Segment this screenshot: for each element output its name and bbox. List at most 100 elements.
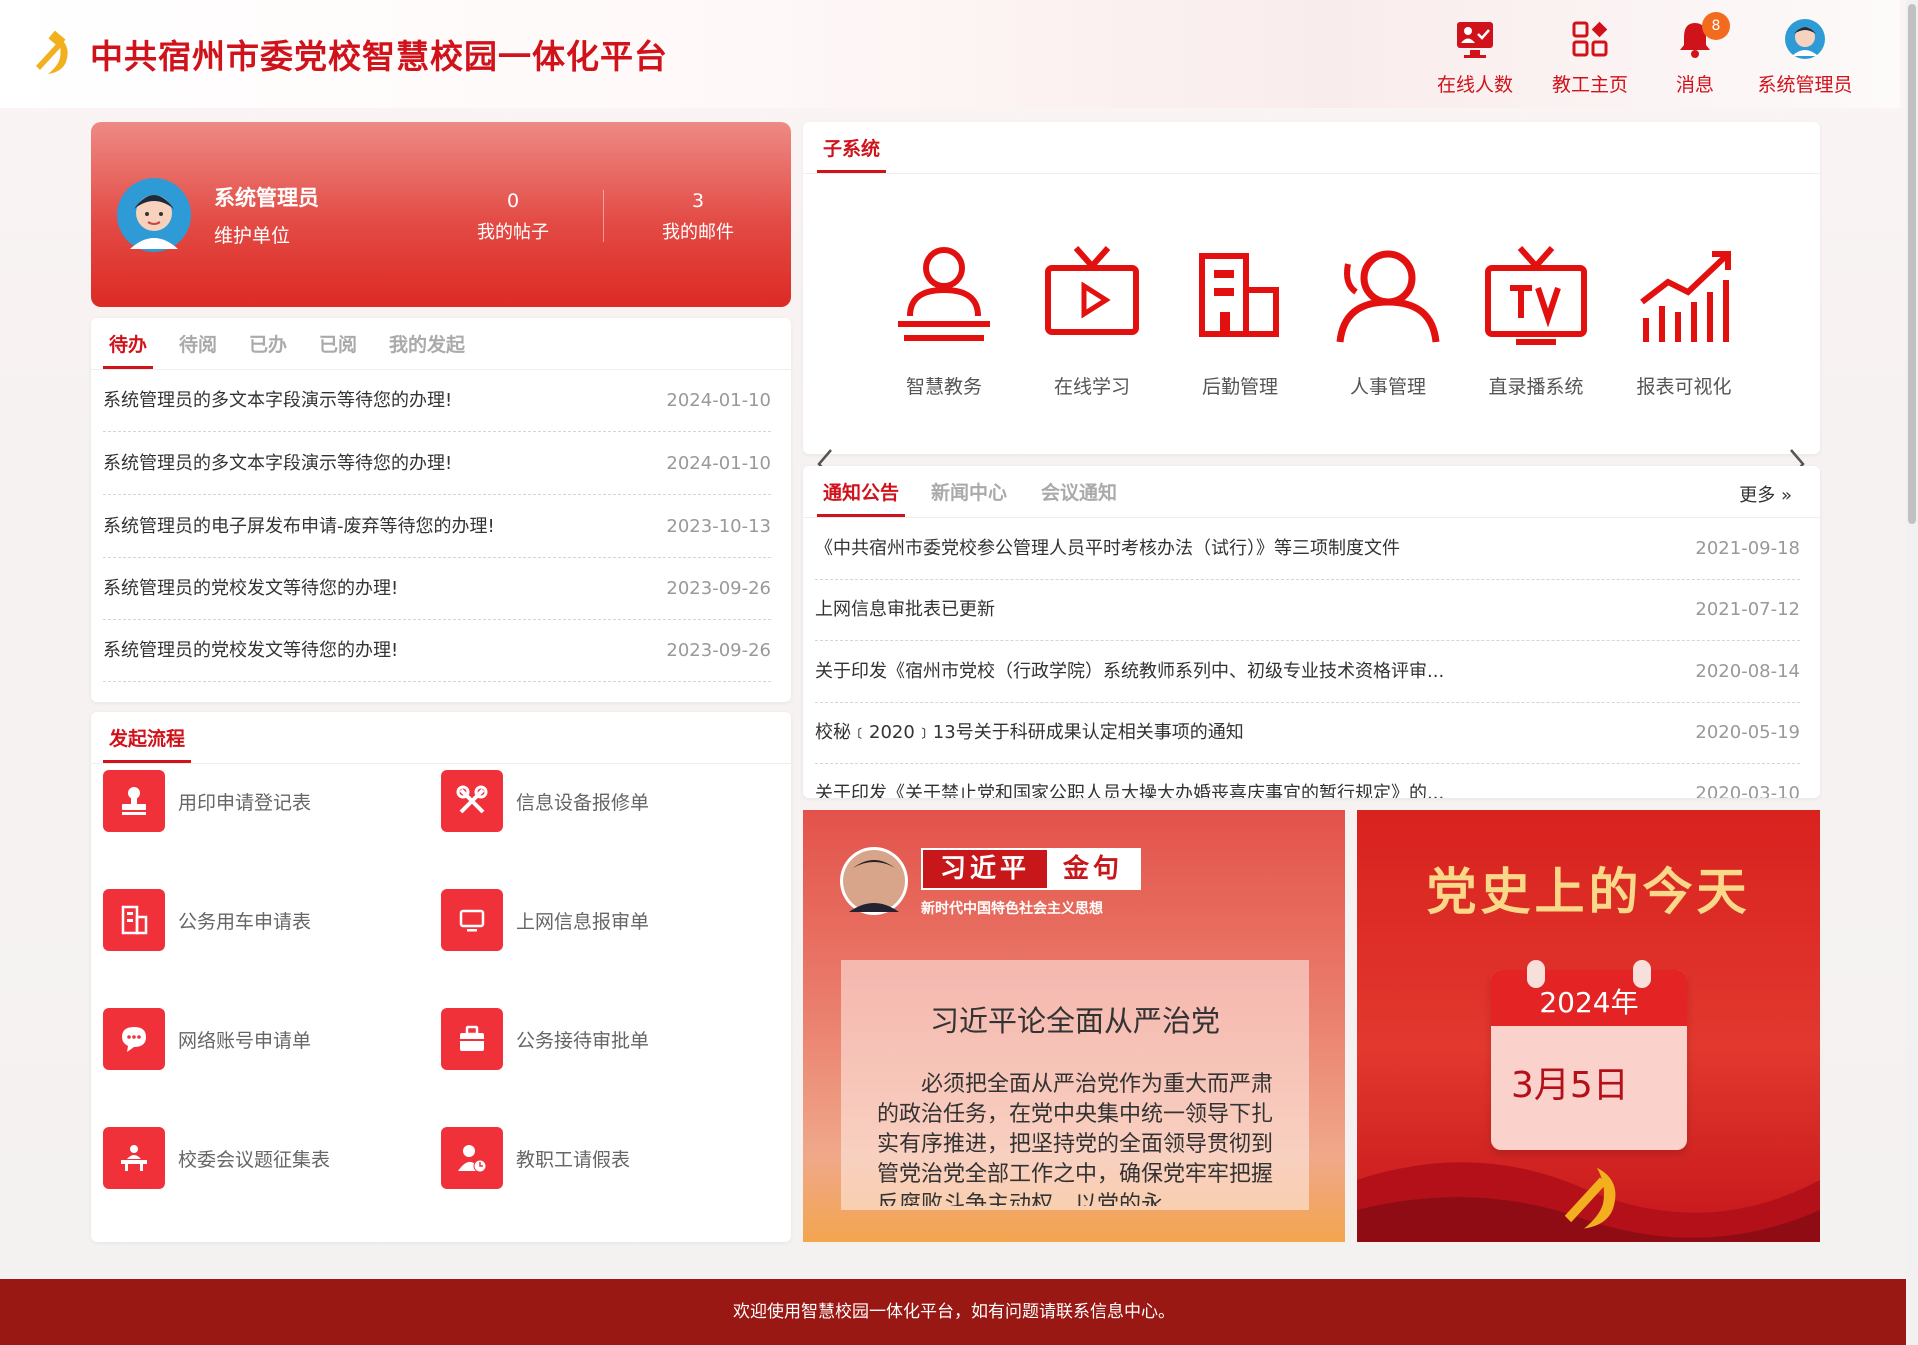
monitor-users-icon — [1457, 22, 1493, 58]
page-scrollbar[interactable] — [1906, 0, 1918, 1345]
message-count-badge: 8 — [1702, 12, 1730, 40]
flow-label: 网络账号申请单 — [178, 1030, 312, 1052]
subsystem-online-learning[interactable]: 在线学习 — [1027, 242, 1157, 399]
profile-unit: 维护单位 — [214, 225, 291, 247]
flow-car-request[interactable]: 公务用车申请表 — [103, 889, 403, 951]
site-title: 中共宿州市委党校智慧校园一体化平台 — [90, 37, 668, 76]
flow-reception-approval[interactable]: 公务接待审批单 — [441, 1008, 741, 1070]
subsystem-hr[interactable]: 人事管理 — [1323, 242, 1453, 399]
tab-meetings[interactable]: 会议通知 — [1041, 478, 1117, 505]
nav-staff-home[interactable]: 教工主页 — [1535, 18, 1645, 97]
subsystem-label: 人事管理 — [1349, 376, 1426, 398]
more-link[interactable]: 更多 » — [1739, 481, 1792, 507]
subsystem-academic[interactable]: 智慧教务 — [879, 242, 1009, 399]
history-today-banner[interactable]: 党史上的今天 2024年 3月5日 — [1357, 810, 1820, 1242]
my-posts-count: 0 — [506, 190, 520, 212]
flow-committee-topics[interactable]: 校委会议题征集表 — [103, 1127, 403, 1189]
my-mail-label: 我的邮件 — [662, 222, 734, 243]
todo-title: 系统管理员的多文本字段演示等待您的办理! — [103, 453, 453, 474]
subsystem-report-visual[interactable]: 报表可视化 — [1619, 242, 1749, 399]
scrollbar-thumb[interactable] — [1908, 4, 1916, 524]
subsystem-label: 报表可视化 — [1636, 376, 1732, 398]
briefcase-icon — [460, 1025, 484, 1051]
tv-icon — [1485, 246, 1587, 345]
footer-text: 欢迎使用智慧校园一体化平台，如有问题请联系信息中心。 — [733, 1302, 1175, 1322]
flow-label: 公务用车申请表 — [178, 911, 312, 933]
stat-divider — [603, 190, 604, 242]
stamp-icon — [122, 787, 146, 815]
subsystem-live-broadcast[interactable]: 直录播系统 — [1471, 242, 1601, 399]
todo-title: 系统管理员的党校发文等待您的办理! — [103, 578, 399, 599]
todo-title: 系统管理员的多文本字段演示等待您的办理! — [103, 390, 453, 411]
nav-online-users-label: 在线人数 — [1436, 74, 1513, 96]
tab-done[interactable]: 已办 — [249, 330, 287, 357]
more-label: 更多 — [1739, 485, 1776, 506]
flow-device-repair[interactable]: 信息设备报修单 — [441, 770, 741, 832]
notice-row[interactable]: 关于印发《宿州市党校（行政学院）系统教师系列中、初级专业技术资格评审... 202… — [815, 641, 1800, 703]
quote-body: 必须把全面从严治党作为重大而严肃的政治任务，在党中央集中统一领导下扎实有序推进，… — [877, 1072, 1274, 1206]
subsystem-title: 子系统 — [816, 134, 887, 173]
todo-row[interactable]: 系统管理员的多文本字段演示等待您的办理! 2024-01-10 — [103, 370, 771, 432]
tab-notices[interactable]: 通知公告 — [816, 478, 906, 517]
todo-date: 2024-01-10 — [666, 453, 771, 474]
subsystem-label: 后勤管理 — [1201, 376, 1278, 398]
flow-label: 上网信息报审单 — [516, 911, 650, 933]
chat-bubble-icon — [122, 1027, 146, 1052]
todo-tabs: 待办 待阅 已办 已阅 我的发起 — [91, 318, 791, 370]
tab-news[interactable]: 新闻中心 — [931, 478, 1007, 505]
quote-badge-label: 金句 — [1047, 850, 1139, 888]
notice-title: 《中共宿州市委党校参公管理人员平时考核办法（试行）》等三项制度文件 — [815, 538, 1400, 559]
start-flow-panel: 发起流程 用印申请登记表 信息设备报修单 公务用车申请表 上网信息报审单 网络账… — [91, 712, 791, 1242]
double-chevron-right-icon: » — [1780, 485, 1792, 506]
flow-seal-application[interactable]: 用印申请登记表 — [103, 770, 403, 832]
portrait-image — [840, 847, 908, 915]
quote-banner[interactable]: 习近平 金句 新时代中国特色社会主义思想 习近平论全面从严治党 必须把全面从严治… — [803, 810, 1345, 1242]
flow-label: 公务接待审批单 — [516, 1030, 650, 1052]
footer: 欢迎使用智慧校园一体化平台，如有问题请联系信息中心。 — [0, 1279, 1908, 1345]
grid-apps-icon — [1572, 21, 1608, 57]
monitor-icon — [459, 909, 485, 932]
my-mail-stat[interactable]: 3 我的邮件 — [618, 190, 778, 244]
nav-online-users[interactable]: 在线人数 — [1420, 18, 1530, 97]
nav-user-label: 系统管理员 — [1757, 74, 1853, 96]
todo-row[interactable]: 系统管理员的党校发文等待您的办理! 2023-09-26 — [103, 558, 771, 620]
notice-row[interactable]: 上网信息审批表已更新 2021-07-12 — [815, 579, 1800, 641]
flow-staff-leave[interactable]: 教职工请假表 — [441, 1127, 741, 1189]
notice-row[interactable]: 关于印发《关于禁止党和国家公职人员大操大办婚丧喜庆事宜的暂行规定》的... 202… — [815, 763, 1800, 798]
tab-pending[interactable]: 待办 — [102, 330, 154, 369]
notice-row[interactable]: 《中共宿州市委党校参公管理人员平时考核办法（试行）》等三项制度文件 2021-09… — [815, 518, 1800, 580]
todo-row[interactable]: 系统管理员的党校发文等待您的办理! 2023-09-26 — [103, 620, 771, 682]
notice-row[interactable]: 校秘﹝2020﹞13号关于科研成果认定相关事项的通知 2020-05-19 — [815, 702, 1800, 764]
party-emblem-icon — [36, 30, 68, 74]
flow-title: 发起流程 — [102, 724, 192, 763]
todo-date: 2023-09-26 — [666, 640, 771, 661]
todo-title: 系统管理员的党校发文等待您的办理! — [103, 640, 399, 661]
user-avatar[interactable] — [116, 177, 192, 253]
quote-badge: 习近平 金句 — [921, 848, 1141, 890]
notice-tabs: 通知公告 新闻中心 会议通知 更多 » — [803, 466, 1820, 518]
tab-my-initiated[interactable]: 我的发起 — [389, 330, 465, 357]
avatar-icon — [1785, 19, 1825, 59]
todo-row[interactable]: 系统管理员的多文本字段演示等待您的办理! 2024-01-10 — [103, 433, 771, 495]
subsystem-panel: 子系统 智慧教务 在线学习 后勤管理 人事管理 直录播系统 报表可视化 — [803, 122, 1820, 479]
notice-panel: 通知公告 新闻中心 会议通知 更多 » 《中共宿州市委党校参公管理人员平时考核办… — [803, 466, 1820, 798]
todo-date: 2023-10-13 — [666, 516, 771, 537]
subsystem-logistics[interactable]: 后勤管理 — [1175, 242, 1305, 399]
tab-to-read[interactable]: 待阅 — [179, 330, 217, 357]
flow-online-info[interactable]: 上网信息报审单 — [441, 889, 741, 951]
subsystem-label: 直录播系统 — [1488, 376, 1584, 398]
nav-user-menu[interactable]: 系统管理员 — [1750, 18, 1860, 97]
todo-row[interactable]: 系统管理员的电子屏发布申请-废弃等待您的办理! 2023-10-13 — [103, 496, 771, 558]
calendar-year: 2024年 — [1491, 970, 1687, 1026]
tab-read[interactable]: 已阅 — [319, 330, 357, 357]
flow-label: 校委会议题征集表 — [178, 1149, 331, 1171]
teacher-book-icon — [898, 247, 990, 341]
notice-date: 2020-03-10 — [1695, 783, 1800, 798]
notice-date: 2021-09-18 — [1695, 538, 1800, 559]
flow-network-account[interactable]: 网络账号申请单 — [103, 1008, 403, 1070]
nav-messages[interactable]: 8 消息 — [1640, 12, 1750, 97]
profile-name: 系统管理员 — [214, 186, 319, 210]
my-posts-stat[interactable]: 0 我的帖子 — [433, 190, 593, 244]
notice-date: 2020-08-14 — [1695, 661, 1800, 682]
quote-heading: 习近平论全面从严治党 — [929, 1004, 1220, 1038]
